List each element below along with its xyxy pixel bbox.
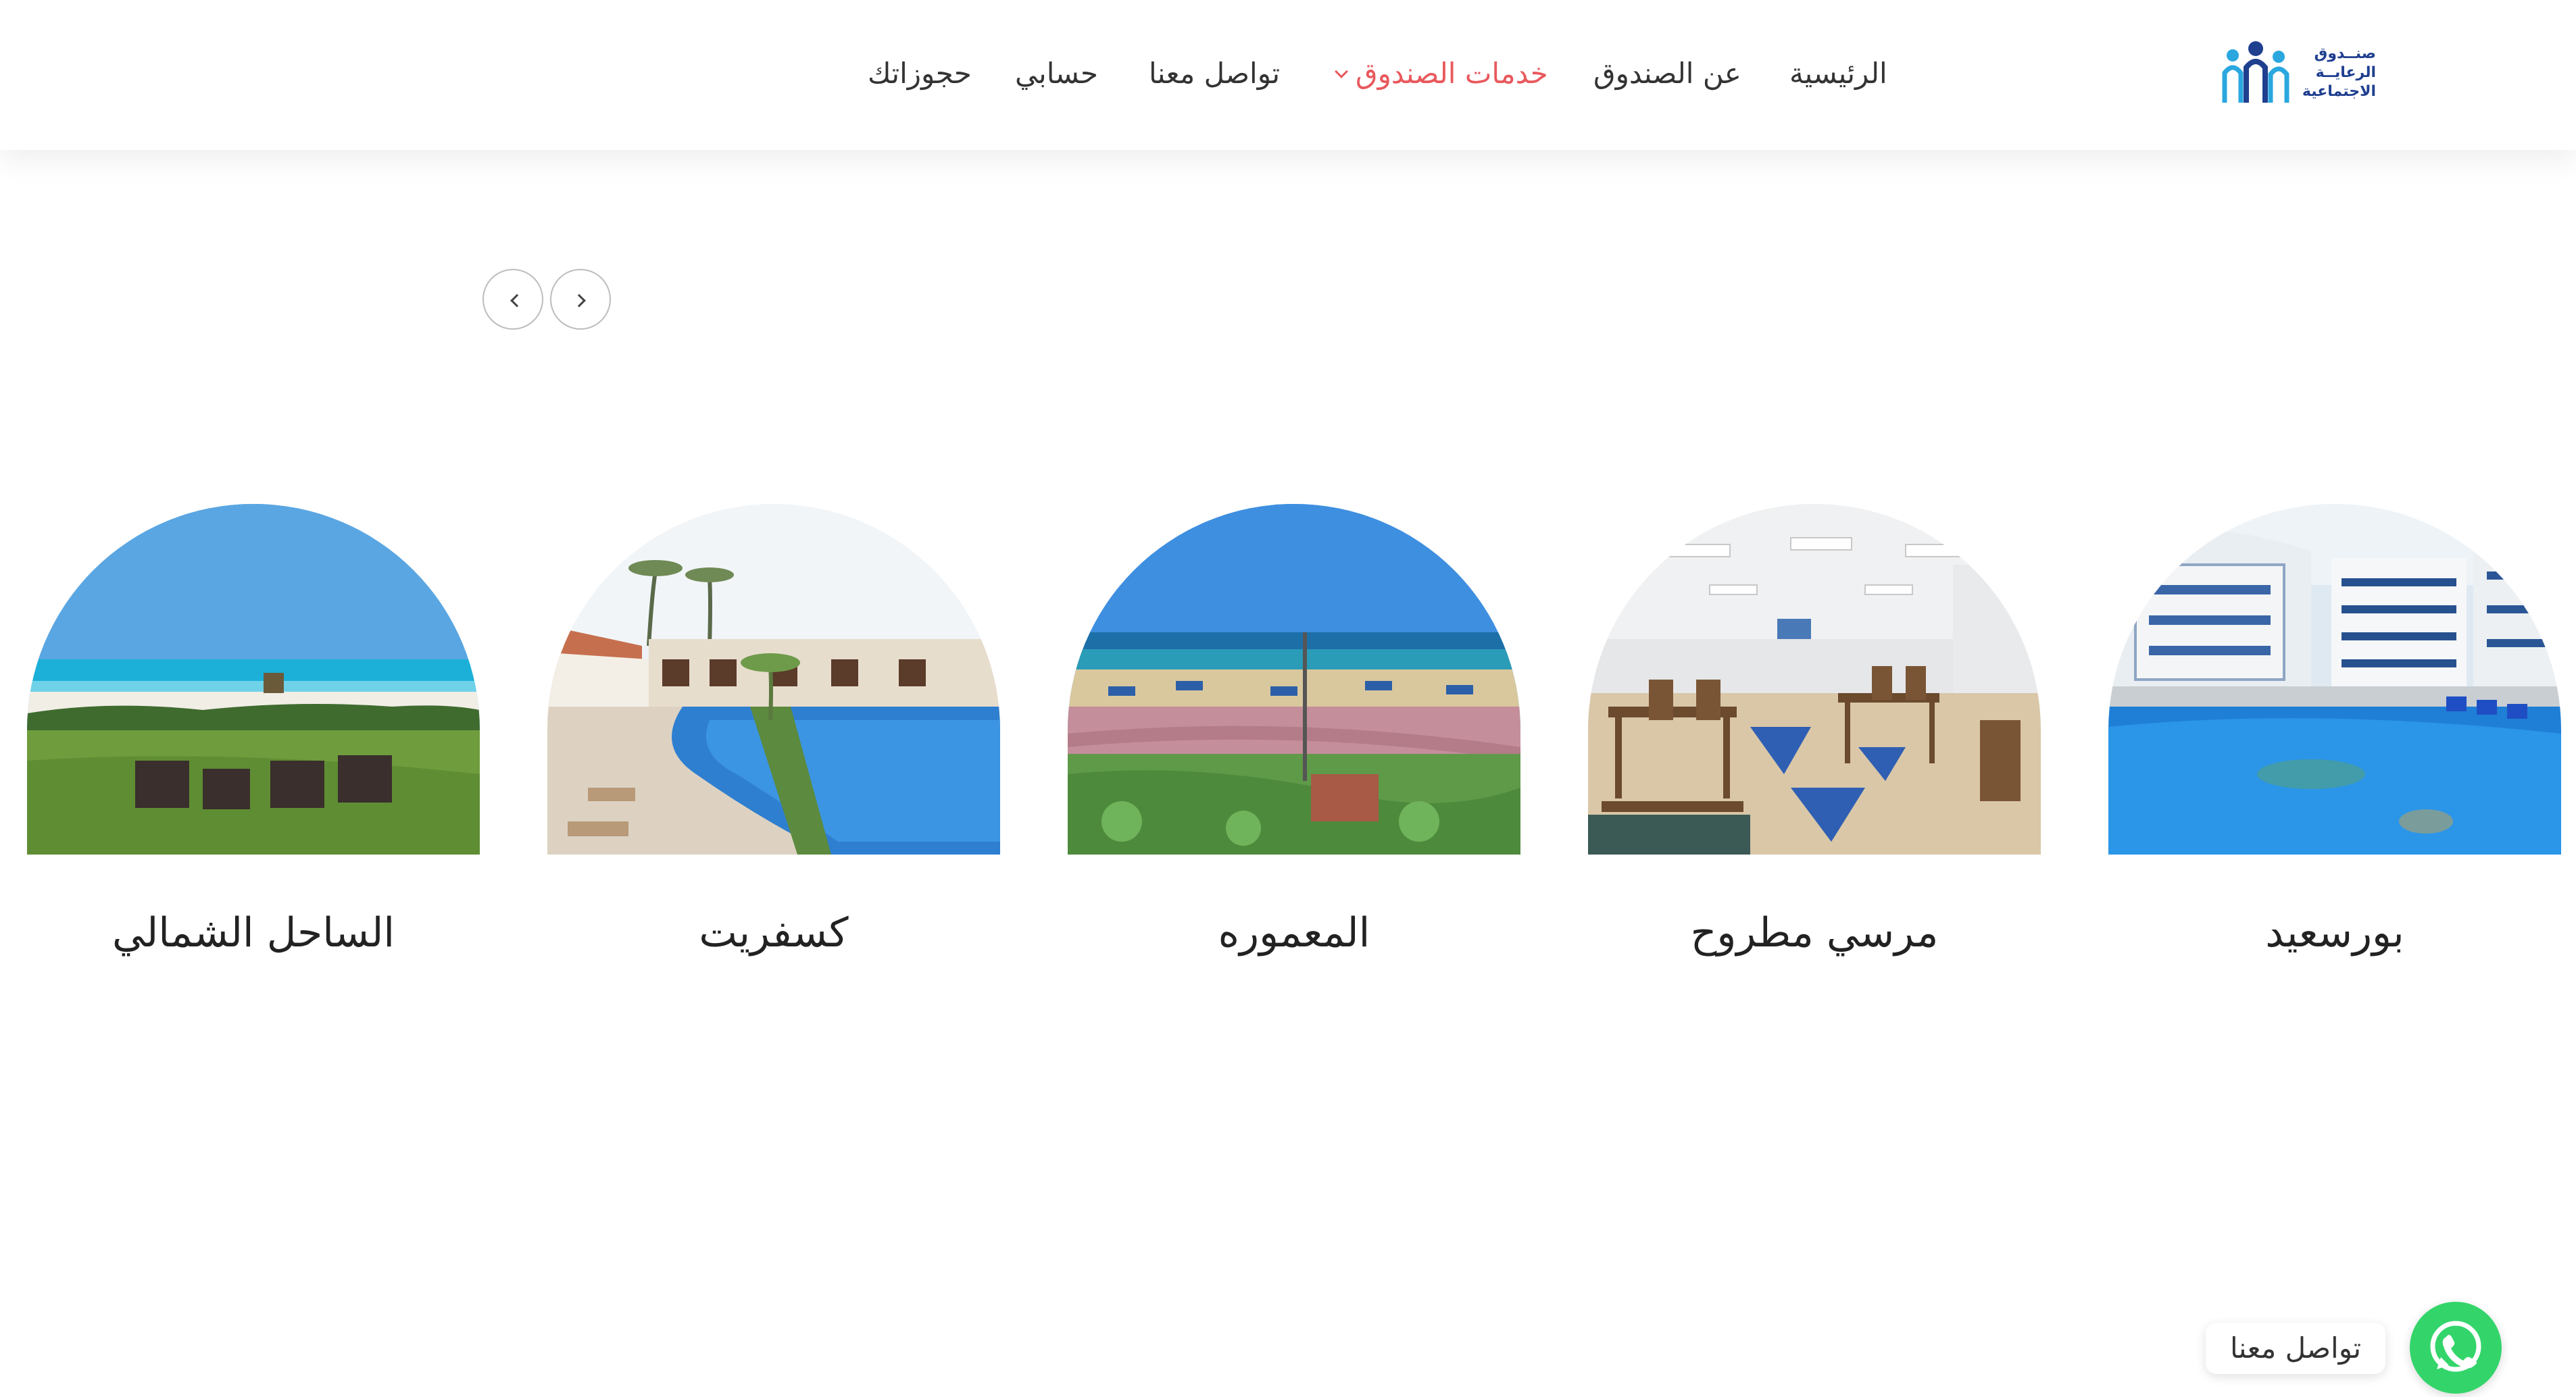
nav-bookings[interactable]: حجوزاتك — [868, 50, 972, 97]
site-header: صنــدوق الرعايــة الاجتماعية الرئيسية عن… — [0, 0, 2576, 150]
beach-lawn-photo — [27, 504, 480, 855]
destination-image-portsaid[interactable] — [2108, 504, 2561, 855]
chevron-right-icon — [572, 294, 586, 307]
destination-card[interactable]: بورسعيد — [2108, 504, 2561, 1004]
pool-resort-photo — [2108, 504, 2561, 855]
chevron-left-icon — [510, 294, 524, 307]
chevron-down-icon — [1335, 65, 1348, 78]
destination-title[interactable]: كسفريت — [547, 909, 1000, 957]
nav-about[interactable]: عن الصندوق — [1593, 50, 1741, 97]
slider-prev-button[interactable] — [482, 269, 543, 330]
destination-card[interactable]: مرسي مطروح — [1588, 504, 2041, 1004]
destination-title[interactable]: بورسعيد — [2108, 909, 2561, 957]
slider-next-button[interactable] — [550, 269, 611, 330]
main-nav: الرئيسية عن الصندوق خدمات الصندوق تواصل … — [0, 50, 2576, 97]
destination-image-northcoast[interactable] — [27, 504, 480, 855]
whatsapp-button[interactable] — [2410, 1302, 2502, 1394]
lagoon-pool-resort-photo — [547, 504, 1000, 855]
destination-image-kasfarit[interactable] — [547, 504, 1000, 855]
destination-title[interactable]: الساحل الشمالي — [27, 909, 480, 957]
nav-account[interactable]: حسابي — [1015, 50, 1098, 97]
nav-services-label: خدمات الصندوق — [1356, 57, 1548, 90]
destination-title[interactable]: المعموره — [1068, 909, 1520, 957]
destination-image-maamoura[interactable] — [1068, 504, 1520, 855]
destination-card[interactable]: كسفريت — [547, 504, 1000, 1004]
destination-title[interactable]: مرسي مطروح — [1588, 909, 2041, 957]
chat-bubble-label[interactable]: تواصل معنا — [2206, 1323, 2386, 1374]
nav-contact[interactable]: تواصل معنا — [1149, 50, 1280, 97]
destination-card[interactable]: المعموره — [1068, 504, 1520, 1004]
whatsapp-icon — [2430, 1321, 2481, 1372]
nav-home[interactable]: الرئيسية — [1789, 50, 1887, 97]
dining-hall-photo — [1588, 504, 2041, 855]
destination-image-marsamatrouh[interactable] — [1588, 504, 2041, 855]
nav-services[interactable]: خدمات الصندوق — [1335, 50, 1548, 97]
destination-card[interactable]: الساحل الشمالي — [27, 504, 480, 1004]
beach-promenade-photo — [1068, 504, 1520, 855]
